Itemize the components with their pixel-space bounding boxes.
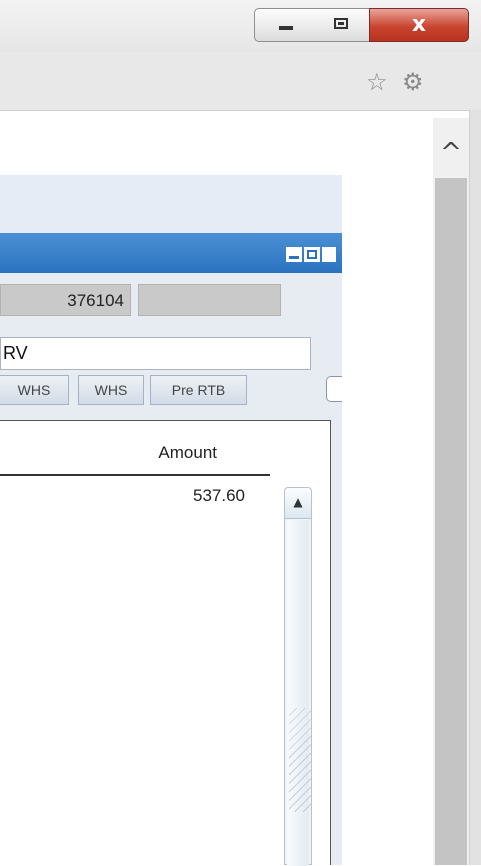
minimize-button[interactable] — [254, 8, 314, 42]
gear-icon[interactable]: ⚙ — [402, 68, 424, 96]
table-cell-amount: 537.60 — [193, 486, 245, 505]
scroll-grip — [289, 708, 311, 812]
column-header-amount[interactable]: Amount — [139, 443, 217, 463]
description-value: RV — [3, 343, 28, 363]
tab-overflow[interactable] — [326, 376, 342, 402]
table-scrollbar[interactable]: ▲ — [284, 487, 312, 866]
close-icon: x — [411, 12, 427, 37]
side-panel — [469, 110, 481, 865]
maximize-icon — [334, 18, 348, 29]
tab-whs-2[interactable]: WHS — [78, 375, 144, 405]
document-number-field: 376104 — [0, 284, 131, 316]
close-button[interactable]: x — [369, 8, 469, 42]
table-scroll-up-icon[interactable]: ▲ — [285, 488, 311, 519]
minimize-icon — [279, 26, 293, 30]
app-titlebar — [0, 233, 342, 273]
header-divider — [0, 474, 270, 476]
browser-toolbar: ☆ ⚙ — [0, 52, 481, 111]
tab-pre-rtb[interactable]: Pre RTB — [150, 375, 247, 405]
window-titlebar: x — [0, 0, 481, 52]
table-scroll-thumb[interactable] — [287, 520, 311, 866]
maximize-button[interactable] — [313, 8, 370, 42]
tab-whs-1[interactable]: WHS — [0, 375, 69, 405]
document-number-value: 376104 — [67, 291, 124, 310]
scroll-up-icon[interactable]: ^ — [433, 136, 469, 170]
app-close-button[interactable] — [322, 247, 336, 262]
page-scroll-thumb[interactable] — [435, 178, 467, 865]
star-icon[interactable]: ☆ — [366, 68, 388, 96]
app-header — [0, 175, 342, 233]
readonly-field — [138, 284, 281, 316]
description-input[interactable]: RV — [0, 337, 311, 370]
app-maximize-button[interactable] — [304, 247, 320, 262]
app-minimize-button[interactable] — [286, 247, 302, 262]
page-scrollbar[interactable]: ^ — [433, 118, 469, 865]
